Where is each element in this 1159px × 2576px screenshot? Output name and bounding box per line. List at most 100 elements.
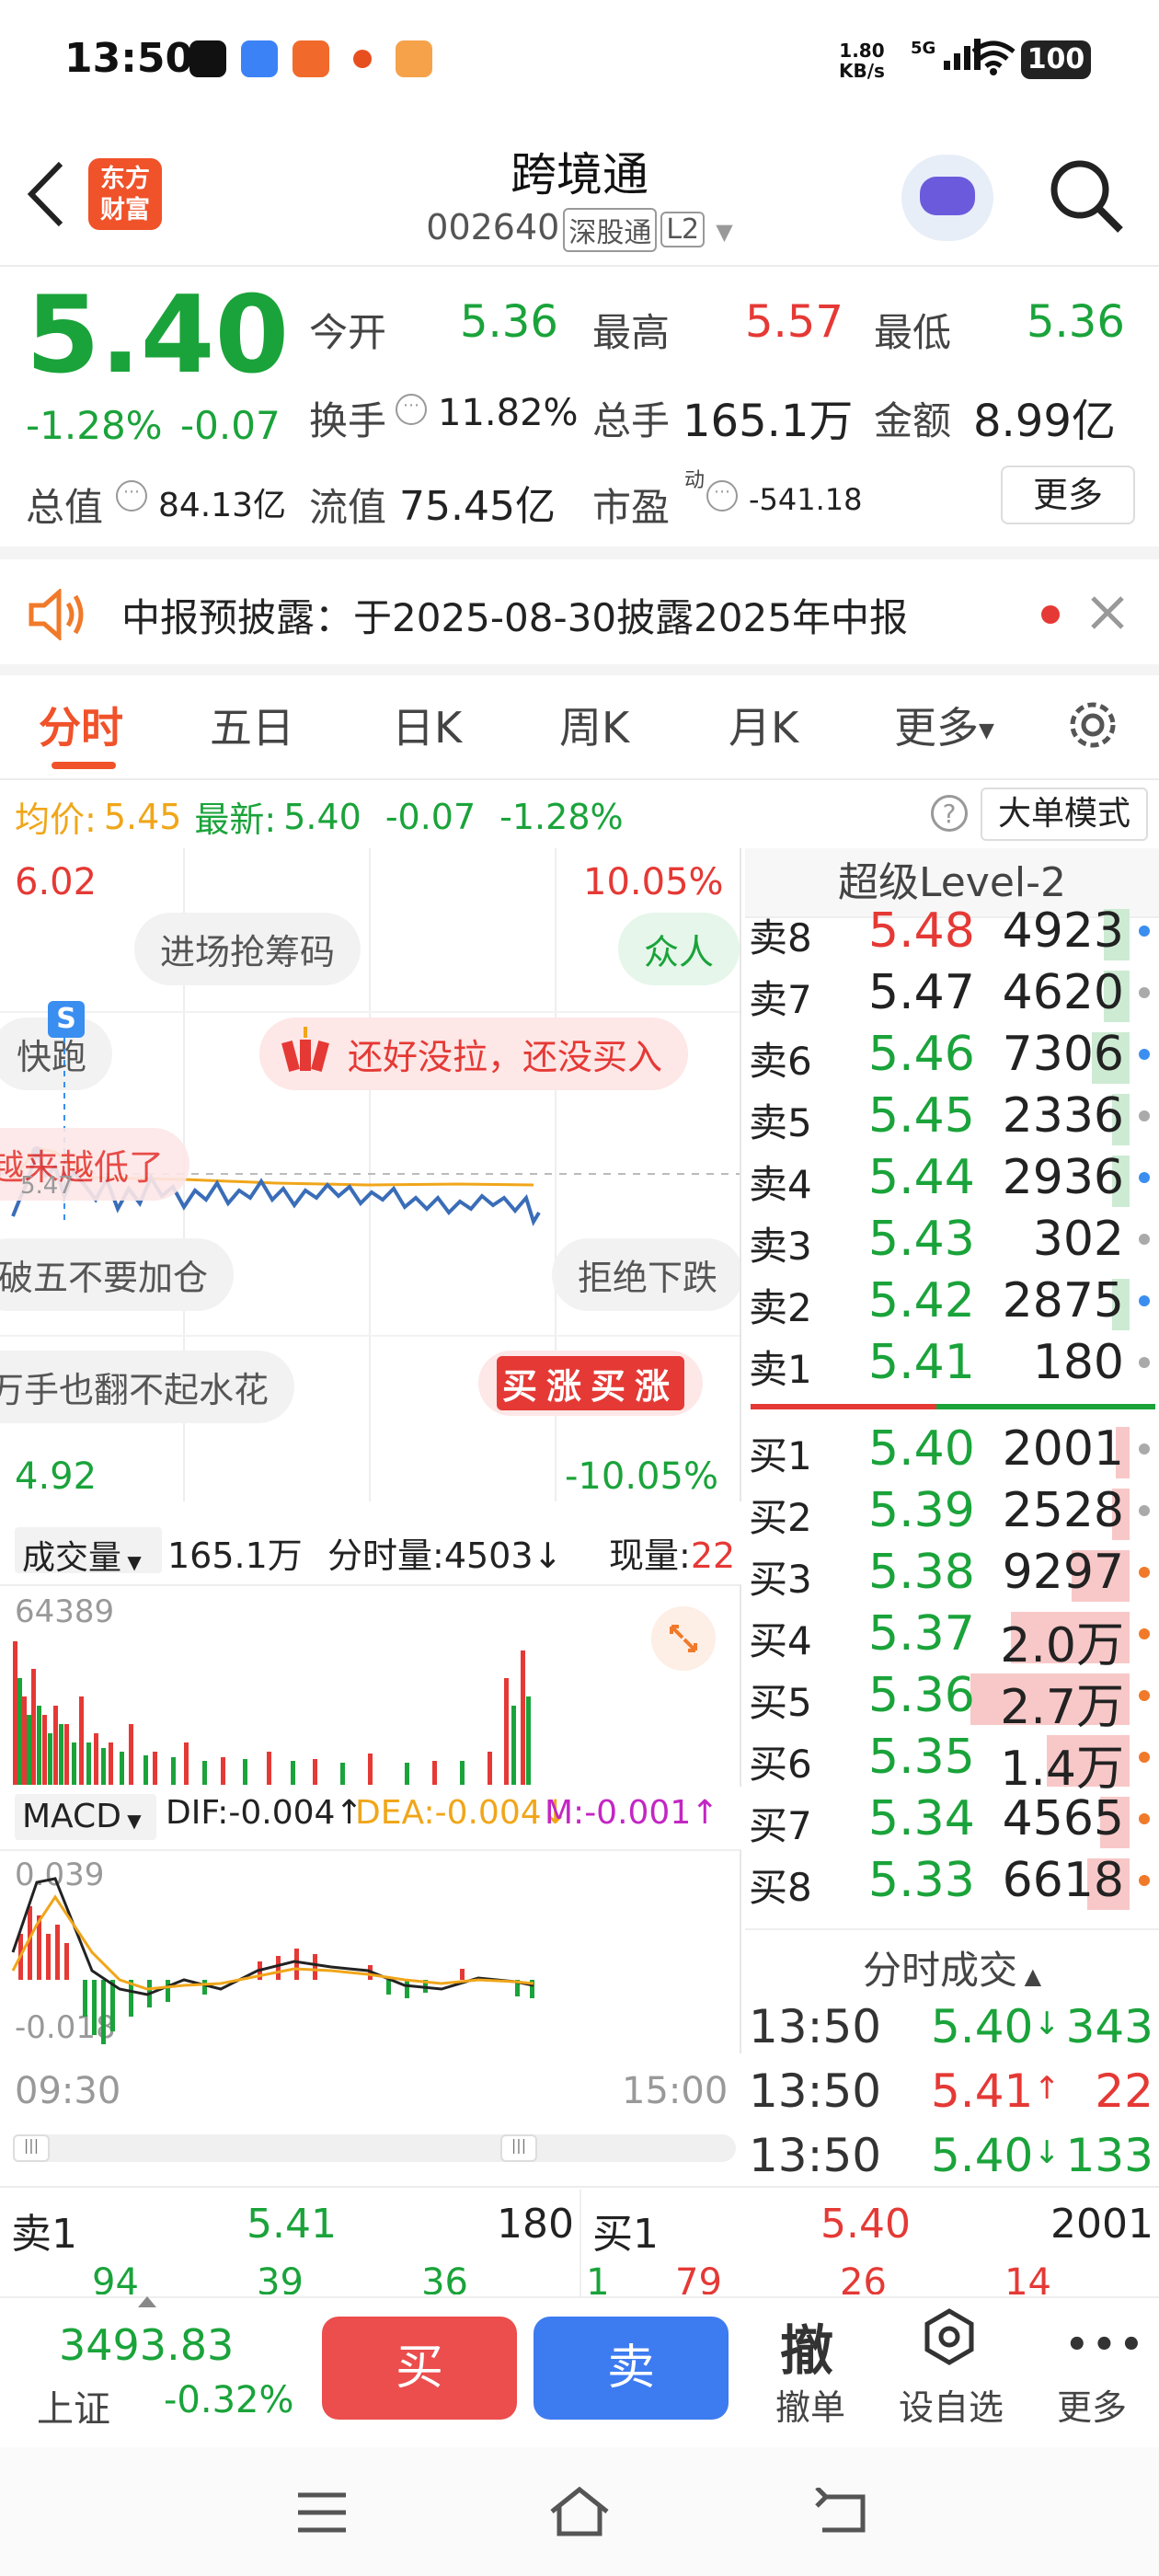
buy-order-row[interactable]: 买7 5.34 4565 [747,1791,1152,1852]
comment-bubble[interactable]: 拒绝下跌 [552,1238,740,1311]
order-flag-dot [1139,1505,1150,1516]
summary-sell-price: 5.41 [247,2201,337,2248]
macd-bars [11,1877,534,2044]
range-handle-right[interactable]: ||| [500,2134,537,2162]
sell-order-row[interactable]: 卖3 5.43 302 [747,1212,1152,1272]
index-change[interactable]: -0.32% [164,2379,294,2421]
order-level-label: 卖3 [749,1224,812,1269]
buy-up-sticker[interactable]: 买涨买涨 [478,1351,704,1416]
order-price: 5.41 [868,1335,975,1390]
tick-price: 5.41 [931,2064,1034,2118]
tick-row[interactable]: 13:50 5.40 ↓ 133 [747,2129,1159,2190]
robot-avatar-icon[interactable] [901,155,993,241]
comment-bubble[interactable]: 破五不要加仓 [0,1238,235,1311]
sell-order-row[interactable]: 卖4 5.44 2936 [747,1150,1152,1211]
news-icon [293,40,329,77]
help-icon[interactable]: ? [931,795,968,832]
tick-row[interactable]: 13:50 5.41 ↑ 22 [747,2064,1159,2125]
dropdown-icon: ▼ [716,219,733,245]
order-price: 5.48 [868,903,975,959]
quote-more-button[interactable]: 更多 [1001,466,1135,524]
info-icon[interactable]: ⋯ [396,394,427,425]
comment-bubble[interactable]: 进场抢筹码 [134,913,361,985]
tab-intraday[interactable]: 分时 [39,695,123,755]
latest-change: -0.07 [384,796,476,837]
comment-bubble[interactable]: 万手也翻不起水花 [0,1351,295,1423]
order-price: 5.45 [868,1088,975,1144]
sell-order-row[interactable]: 卖6 5.46 7306 [747,1027,1152,1087]
order-level-label: 买8 [749,1865,812,1910]
order-price: 5.33 [868,1853,975,1908]
info-icon[interactable]: ⋯ [706,480,738,512]
buy-order-row[interactable]: 买8 5.33 6618 [747,1853,1152,1914]
intraday-chart[interactable]: 6.02 10.05% 4.92 -10.05% 进场抢筹码 众人 快跑 S 还… [0,848,741,1501]
ticks-title[interactable]: 分时成交 ▲ [745,1939,1159,1995]
volume-chart[interactable]: 64389 [0,1584,741,1787]
close-icon[interactable] [1089,594,1126,635]
back-icon[interactable] [813,2486,868,2539]
more-label[interactable]: 更多 [1050,2379,1133,2430]
menu-icon[interactable] [296,2491,348,2537]
order-flag-dot [1139,1110,1150,1121]
order-level-label: 卖5 [749,1100,812,1145]
search-icon[interactable] [1045,155,1128,241]
index-name[interactable]: 上证 [37,2379,110,2432]
buy-button[interactable]: 买 [322,2317,517,2420]
sell-button[interactable]: 卖 [534,2317,729,2420]
order-volume: 2336 [1002,1088,1124,1144]
more-dots-icon[interactable]: ••• [1065,2324,1147,2366]
order-level-label: 卖8 [749,915,812,960]
tab-daily-k[interactable]: 日K [392,695,462,755]
index-value[interactable]: 3493.83 [59,2320,234,2370]
range-handle-left[interactable]: ||| [13,2134,50,2162]
info-icon[interactable]: ⋯ [116,480,147,512]
sell-order-row[interactable]: 卖8 5.48 4923 [747,903,1152,964]
tick-row[interactable]: 13:50 5.40 ↓ 343 [747,2000,1159,2061]
tab-weekly-k[interactable]: 周K [559,695,629,755]
order-flag-dot [1139,1049,1150,1060]
order-volume: 7306 [1002,1027,1124,1082]
order-flag-dot [1139,1443,1150,1455]
tab-more[interactable]: 更多▼ [894,695,994,755]
unread-dot [1041,605,1060,624]
avg-line-label: 5.47 [20,1172,74,1200]
order-level-label: 买5 [749,1680,812,1725]
cancel-order-label[interactable]: 撤单 [769,2379,852,2430]
notice-bar[interactable]: 中报预披露：于2025-08-30披露2025年中报 [0,561,1159,662]
volume-indicator-select[interactable]: 成交量 ▼ [15,1527,162,1577]
tab-monthly-k[interactable]: 月K [729,695,798,755]
sell-order-row[interactable]: 卖7 5.47 4620 [747,965,1152,1026]
buy-order-row[interactable]: 买6 5.35 1.4万 [747,1730,1152,1797]
big-order-mode-button[interactable]: 大单模式 [981,788,1148,841]
signal-s-marker[interactable]: S [48,1001,85,1038]
sell-order-row[interactable]: 卖1 5.41 180 [747,1335,1152,1396]
sell-order-row[interactable]: 卖5 5.45 2336 [747,1088,1152,1149]
summary-divider [0,2186,1159,2188]
order-flag-dot [1139,987,1150,998]
settings-gear-icon[interactable] [1063,696,1122,758]
summary-buy-label: 买1 [592,2211,659,2258]
order-price: 5.43 [868,1212,975,1267]
tiktok-icon [189,40,226,77]
cancel-order-icon[interactable]: 撤 [780,2307,833,2385]
home-icon[interactable] [548,2484,611,2543]
buy-order-row[interactable]: 买1 5.40 2001 [747,1421,1152,1482]
buy-order-row[interactable]: 买5 5.36 2.7万 [747,1668,1152,1735]
tab-five-day[interactable]: 五日 [210,695,294,755]
comment-bubble-highlight[interactable]: 还好没拉，还没买入 [259,1018,689,1090]
tab-indicator [52,762,116,769]
add-watchlist-label[interactable]: 设自选 [894,2379,1008,2430]
macd-chart[interactable]: 0.039 -0.018 [0,1849,741,2053]
time-range-scrollbar[interactable]: ||| ||| [13,2134,736,2162]
buy-order-row[interactable]: 买3 5.38 9297 [747,1545,1152,1605]
order-flag-dot [1139,1295,1150,1306]
comment-bubble[interactable]: 众人 [618,913,740,985]
sell-order-row[interactable]: 卖2 5.42 2875 [747,1273,1152,1334]
buy-order-row[interactable]: 买2 5.39 2528 [747,1483,1152,1544]
weibo-icon [344,40,381,77]
summary-buy-vol: 2001 [1050,2201,1153,2248]
buy-order-row[interactable]: 买4 5.37 2.0万 [747,1606,1152,1673]
macd-indicator-select[interactable]: MACD ▼ [15,1794,156,1840]
order-price: 5.36 [868,1668,975,1723]
add-watchlist-icon[interactable] [920,2307,979,2370]
